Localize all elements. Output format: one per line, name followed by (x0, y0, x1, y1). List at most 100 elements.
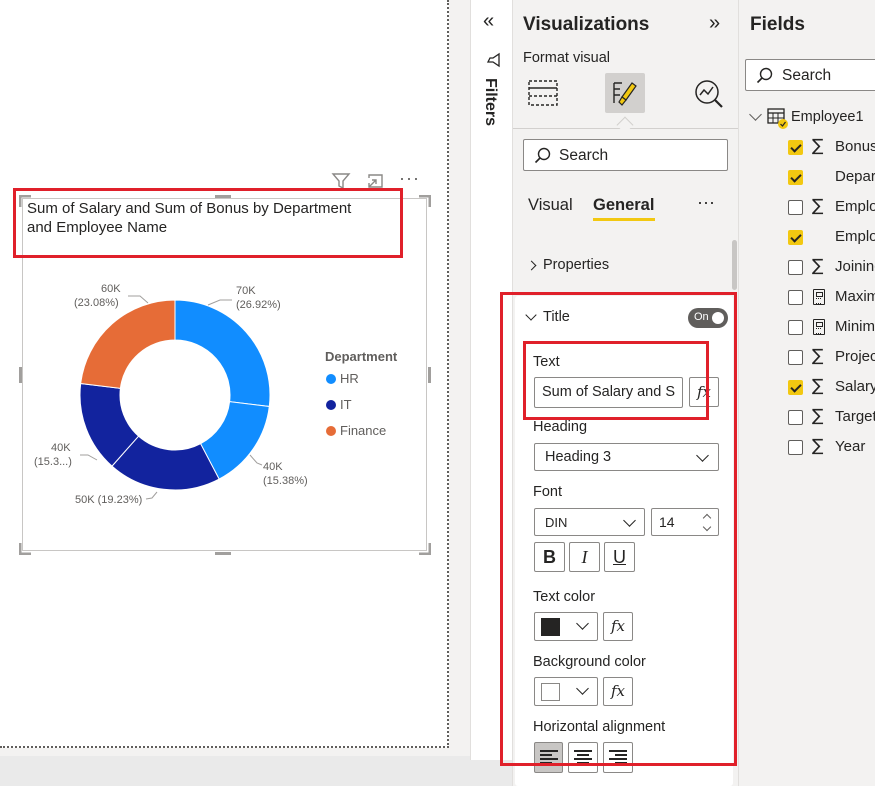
field-item[interactable]: ∑ Emplo (739, 192, 875, 222)
field-checkbox[interactable] (788, 230, 803, 245)
field-item[interactable]: ∑ Projec (739, 342, 875, 372)
build-visual-icon[interactable] (527, 78, 559, 108)
data-label-value: 40K (263, 461, 283, 473)
properties-section[interactable]: Properties (543, 257, 609, 273)
sigma-icon: ∑ (812, 256, 824, 276)
chevron-down-icon[interactable] (749, 108, 762, 121)
expand-chevron-icon[interactable]: » (709, 12, 720, 35)
data-label-value: 40K (51, 442, 71, 454)
field-label: Joining (835, 258, 875, 275)
title-highlight-box (13, 188, 403, 258)
analytics-icon[interactable] (693, 78, 725, 110)
field-item[interactable]: ∑ Salary (739, 372, 875, 402)
field-item[interactable]: ∑ Joining (739, 252, 875, 282)
legend-dot-it (326, 400, 336, 410)
data-label-value: 60K (101, 283, 121, 295)
sigma-icon: ∑ (812, 196, 824, 216)
viz-pane-title: Visualizations (523, 14, 650, 35)
field-label: Emplo (835, 228, 875, 245)
filters-label[interactable]: Filters (481, 78, 499, 126)
text-field-highlight (523, 341, 709, 420)
more-options-icon[interactable]: ··· (399, 168, 420, 189)
more-options-icon[interactable]: ··· (697, 192, 715, 213)
sigma-icon: ∑ (812, 346, 824, 366)
legend-dot-hr (326, 374, 336, 384)
field-item[interactable]: Depar (739, 162, 875, 192)
data-label-value: 50K (19.23%) (75, 494, 143, 506)
field-item[interactable]: Emplo (739, 222, 875, 252)
field-item[interactable]: ∑ Bonus (739, 132, 875, 162)
legend-item-finance[interactable]: Finance (340, 423, 386, 438)
visualizations-pane[interactable]: Visualizations » Format visual Search Vi… (500, 0, 739, 786)
search-icon (756, 67, 773, 84)
active-tab-pointer (616, 116, 634, 134)
field-label: Year (835, 438, 866, 455)
format-visual-label: Format visual (523, 50, 611, 66)
data-label-it-50k: 50K (19.23%) (75, 493, 142, 507)
data-label-hr-70k: 70K (26.92%) (236, 284, 281, 312)
legend-dot-finance (326, 426, 336, 436)
field-item[interactable]: ∑ Year (739, 432, 875, 462)
tab-visual[interactable]: Visual (528, 196, 573, 215)
field-item[interactable]: Maxim (739, 282, 875, 312)
field-checkbox[interactable] (788, 380, 803, 395)
sigma-icon: ∑ (812, 406, 824, 426)
data-label-it-40k: 40K (15.3...) (34, 441, 72, 469)
field-label: Emplo (835, 198, 875, 215)
data-label-percent: (26.92%) (236, 299, 281, 311)
field-label: Salary (835, 378, 875, 395)
sigma-icon: ∑ (812, 136, 824, 156)
donut-slice-hr-0[interactable] (174, 299, 271, 408)
paintbrush-icon (613, 82, 637, 106)
chevron-right-icon[interactable] (526, 260, 537, 271)
legend-item-hr[interactable]: HR (340, 371, 359, 386)
table-name[interactable]: Employee1 (791, 109, 864, 125)
data-label-percent: (23.08%) (74, 297, 119, 309)
fields-search-input[interactable]: Search (745, 59, 875, 91)
field-checkbox[interactable] (788, 140, 803, 155)
field-checkbox[interactable] (788, 350, 803, 365)
format-search-input[interactable]: Search (523, 139, 728, 171)
field-checkbox[interactable] (788, 290, 803, 305)
field-label: Maxim (835, 288, 875, 305)
legend-item-it[interactable]: IT (340, 397, 352, 412)
field-item[interactable]: Minim (739, 312, 875, 342)
field-label: Minim (835, 318, 875, 335)
report-canvas[interactable]: ··· Sum of Salary and Sum of Bonus by De… (0, 0, 449, 748)
data-label-percent: (15.38%) (263, 475, 308, 487)
format-visual-tab[interactable] (605, 73, 645, 113)
field-checkbox[interactable] (788, 320, 803, 335)
filter-funnel-icon (486, 52, 500, 68)
data-label-hr-40k: 40K (15.38%) (263, 460, 308, 488)
sigma-icon: ∑ (812, 376, 824, 396)
data-label-percent: (15.3...) (34, 456, 72, 468)
field-checkbox[interactable] (788, 170, 803, 185)
search-placeholder: Search (782, 67, 832, 84)
search-placeholder: Search (559, 147, 609, 164)
search-icon (534, 147, 551, 164)
field-checkbox[interactable] (788, 200, 803, 215)
scrollbar-thumb[interactable] (732, 240, 737, 290)
field-label: Target (835, 408, 875, 425)
donut-chart[interactable] (70, 290, 280, 500)
collapse-chevron-icon[interactable]: « (483, 10, 494, 33)
field-label: Depar (835, 168, 875, 185)
field-checkbox[interactable] (788, 260, 803, 275)
calculator-icon (813, 289, 825, 305)
fields-pane[interactable]: Fields Search Employee1 ∑ Bonus Depar ∑ Empl… (738, 0, 875, 786)
sigma-icon: ∑ (812, 436, 824, 456)
calculator-icon (813, 319, 825, 335)
field-checkbox[interactable] (788, 440, 803, 455)
donut-slice-finance-4[interactable] (80, 299, 176, 389)
field-label: Projec (835, 348, 875, 365)
data-label-value: 70K (236, 285, 256, 297)
fields-pane-title: Fields (750, 14, 805, 35)
field-item[interactable]: ∑ Target (739, 402, 875, 432)
tab-general-underline (593, 218, 655, 221)
field-label: Bonus (835, 138, 875, 155)
legend-title: Department (325, 349, 398, 364)
tab-general[interactable]: General (593, 196, 654, 215)
table-icon (767, 108, 788, 129)
field-checkbox[interactable] (788, 410, 803, 425)
data-label-finance-60k: 60K (23.08%) (74, 282, 121, 310)
